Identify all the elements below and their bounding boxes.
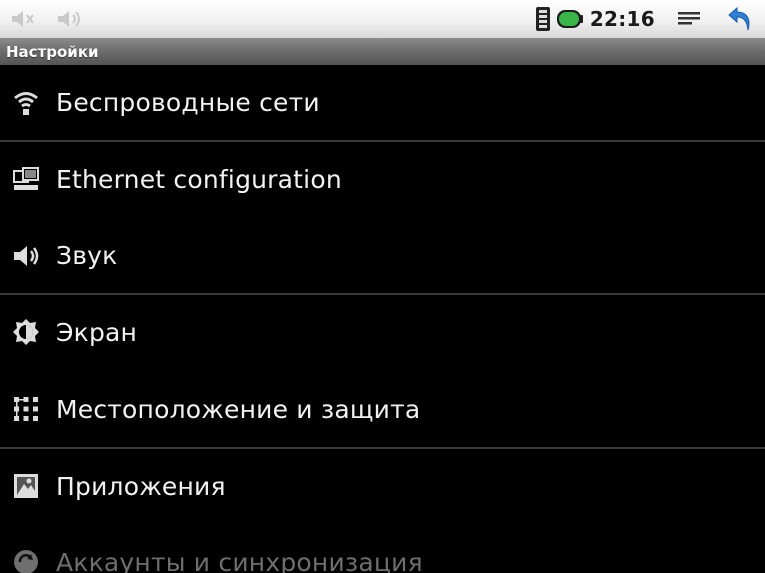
settings-item-label: Местоположение и защита bbox=[56, 394, 421, 424]
settings-list: Беспроводные сети Ethernet configuration bbox=[0, 65, 765, 573]
applications-icon bbox=[10, 470, 42, 502]
settings-item-label: Приложения bbox=[56, 471, 226, 501]
battery-icon bbox=[556, 8, 584, 30]
settings-item-location-security[interactable]: Местоположение и защита bbox=[0, 371, 765, 449]
settings-item-applications[interactable]: Приложения bbox=[0, 449, 765, 525]
settings-item-label: Звук bbox=[56, 241, 118, 270]
settings-item-label: Беспроводные сети bbox=[56, 88, 320, 117]
settings-item-label: Аккаунты и синхронизация bbox=[56, 547, 423, 573]
sync-icon bbox=[10, 546, 42, 573]
ethernet-icon bbox=[10, 163, 42, 195]
wifi-icon bbox=[10, 87, 42, 119]
location-grid-icon bbox=[10, 393, 42, 425]
volume-low-icon bbox=[56, 9, 84, 29]
title-bar: Настройки bbox=[0, 38, 765, 65]
speaker-icon bbox=[10, 240, 42, 272]
status-bar: 22:16 bbox=[0, 0, 765, 38]
settings-item-label: Экран bbox=[56, 317, 138, 347]
settings-item-display[interactable]: Экран bbox=[0, 295, 765, 371]
page-title: Настройки bbox=[6, 42, 99, 61]
menu-icon[interactable] bbox=[677, 10, 701, 28]
brightness-icon bbox=[10, 316, 42, 348]
settings-item-ethernet[interactable]: Ethernet configuration bbox=[0, 142, 765, 218]
status-clock: 22:16 bbox=[589, 7, 655, 31]
settings-item-sound[interactable]: Звук bbox=[0, 218, 765, 295]
settings-item-label: Ethernet configuration bbox=[56, 164, 342, 194]
android-settings-screen: 22:16 Настройки Беспроводные сети Ethern… bbox=[0, 0, 765, 573]
settings-item-accounts-sync[interactable]: Аккаунты и синхронизация bbox=[0, 525, 765, 573]
volume-muted-icon bbox=[10, 9, 36, 29]
settings-item-wireless[interactable]: Беспроводные сети bbox=[0, 65, 765, 142]
back-icon[interactable] bbox=[727, 5, 753, 33]
sim-signal-icon bbox=[534, 6, 552, 32]
